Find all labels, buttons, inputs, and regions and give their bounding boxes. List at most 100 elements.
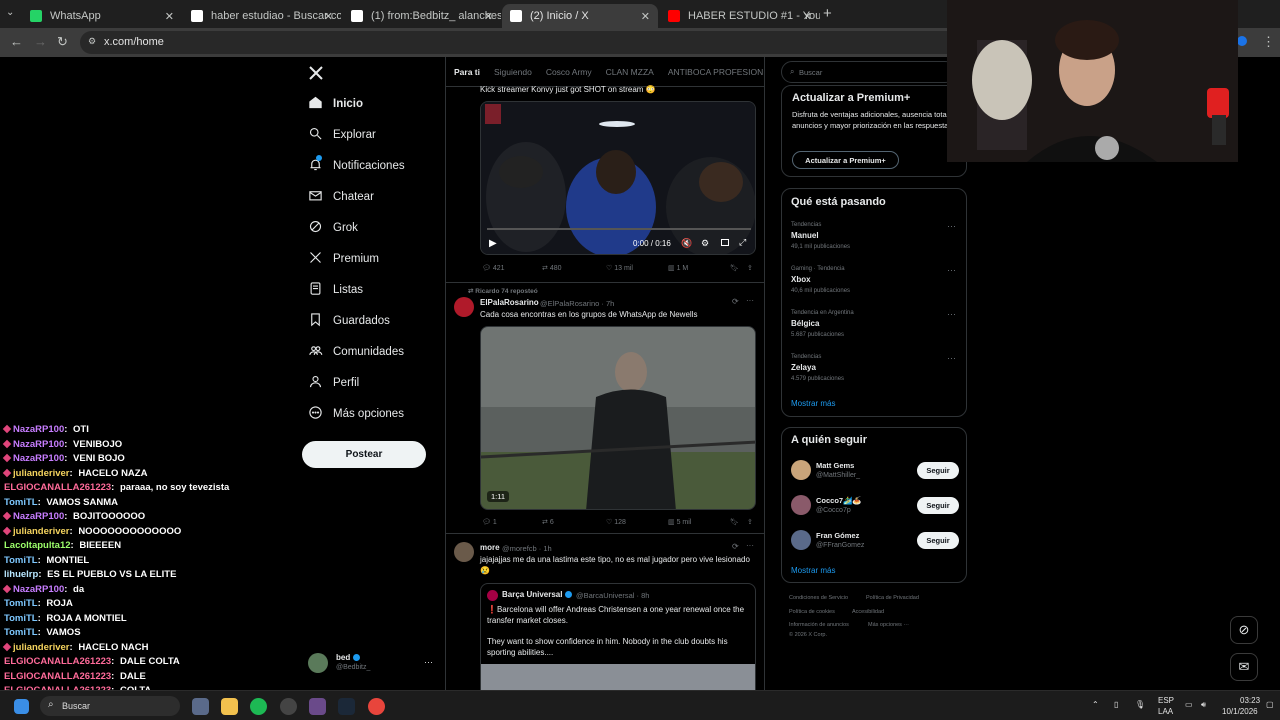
like-button[interactable]: ♡ 128: [606, 518, 626, 527]
task-view-icon[interactable]: [192, 698, 209, 715]
timeline-tab-0[interactable]: Para ti: [454, 67, 480, 77]
reply-button[interactable]: 💬︎ 421: [482, 264, 505, 273]
sidebar-item-perfil[interactable]: Perfil: [308, 369, 359, 397]
sidebar-item-listas[interactable]: Listas: [308, 276, 363, 304]
volume-icon[interactable]: 🔊︎: [1201, 700, 1206, 710]
more-icon[interactable]: ···: [947, 353, 956, 363]
video-player[interactable]: ▶ 0:00 / 0:16 🔇 ⚙ ⤢: [480, 101, 756, 255]
mic-icon[interactable]: 🎙︎: [1135, 700, 1145, 709]
bookmark-icon[interactable]: 🔖︎: [730, 264, 739, 272]
footer-cookies[interactable]: Política de cookies: [789, 609, 835, 615]
avatar[interactable]: [454, 542, 474, 562]
sidebar-item-grok[interactable]: Grok: [308, 214, 358, 242]
clock-date[interactable]: 10/1/2026: [1222, 707, 1258, 716]
menu-icon[interactable]: ⋮: [1262, 34, 1275, 50]
post-button[interactable]: Postear: [302, 441, 426, 468]
app-mm-icon[interactable]: [309, 698, 326, 715]
repost-button[interactable]: ⇄ 6: [542, 518, 554, 527]
post[interactable]: more @morefcb · 1h ⟳ ··· jajajajjas me d…: [446, 534, 764, 690]
views-button[interactable]: ▥ 5 mil: [668, 518, 691, 527]
network-icon[interactable]: ▭: [1185, 700, 1193, 709]
close-tab-icon[interactable]: ✕: [165, 10, 174, 23]
share-icon[interactable]: ⇪: [747, 264, 753, 272]
repost-button[interactable]: ⇄ 480: [542, 264, 562, 273]
site-info-icon[interactable]: ⚙: [88, 36, 96, 47]
video-player[interactable]: 1:11: [480, 326, 756, 510]
spotify-icon[interactable]: [250, 698, 267, 715]
profile-avatar[interactable]: [1237, 36, 1247, 46]
browser-tab[interactable]: HABER ESTUDIO #1 - YouTube✕: [660, 4, 820, 28]
x-logo-icon[interactable]: [308, 65, 324, 81]
post[interactable]: Kick streamer Konvy just got SHOT on str…: [446, 81, 764, 281]
follow-name[interactable]: Matt Gems: [816, 461, 854, 470]
clock-time[interactable]: 03:23: [1240, 696, 1260, 705]
steam-icon[interactable]: [338, 698, 355, 715]
usb-icon[interactable]: ▯: [1114, 700, 1118, 709]
sidebar-item-guardados[interactable]: Guardados: [308, 307, 390, 335]
footer-privacy[interactable]: Política de Privacidad: [866, 595, 919, 601]
sidebar-item-inicio[interactable]: Inicio: [308, 90, 363, 118]
sidebar-item-explorar[interactable]: Explorar: [308, 121, 376, 149]
language-code[interactable]: ESP: [1158, 696, 1174, 705]
avatar[interactable]: [791, 460, 811, 480]
file-explorer-icon[interactable]: [221, 698, 238, 715]
close-tab-icon[interactable]: ✕: [324, 10, 333, 23]
language-layout[interactable]: LAA: [1158, 707, 1173, 716]
follow-button[interactable]: Seguir: [917, 462, 959, 479]
browser-tab[interactable]: (1) from:Bedbitz_ alanchesa95✕: [343, 4, 501, 28]
follow-button[interactable]: Seguir: [917, 497, 959, 514]
quote-tweet[interactable]: Barça Universal @BarcaUniversal · 8h ❗Ba…: [480, 583, 756, 690]
taskbar-search-input[interactable]: Buscar: [62, 701, 90, 711]
trend-name[interactable]: Xbox: [791, 275, 811, 284]
video-progress[interactable]: [487, 228, 751, 230]
avatar[interactable]: [791, 495, 811, 515]
sidebar-item-comunidades[interactable]: Comunidades: [308, 338, 404, 366]
avatar[interactable]: [454, 297, 474, 317]
trend-name[interactable]: Manuel: [791, 231, 819, 240]
share-icon[interactable]: ⇪: [747, 518, 753, 526]
more-icon[interactable]: ···: [746, 296, 754, 305]
obs-icon[interactable]: [280, 698, 297, 715]
footer-more[interactable]: Más opciones ···: [868, 622, 909, 628]
browser-tab[interactable]: haber estudiao - Buscar con Go✕: [183, 4, 341, 28]
close-tab-icon[interactable]: ✕: [641, 10, 650, 23]
chrome-icon[interactable]: [368, 698, 385, 715]
close-tab-icon[interactable]: ✕: [484, 10, 493, 23]
sidebar-item-más-opciones[interactable]: Más opciones: [308, 400, 404, 428]
tray-chevron-icon[interactable]: ⌃: [1092, 700, 1099, 709]
bookmark-icon[interactable]: 🔖︎: [730, 518, 739, 526]
footer-accessibility[interactable]: Accesibilidad: [852, 609, 884, 615]
messages-float-button[interactable]: ✉: [1230, 653, 1258, 681]
trend-name[interactable]: Bélgica: [791, 319, 819, 328]
trend-name[interactable]: Zelaya: [791, 363, 816, 372]
notifications-icon[interactable]: ▢: [1266, 700, 1274, 709]
grok-icon[interactable]: ⟳: [732, 542, 739, 551]
pip-icon[interactable]: [721, 239, 729, 246]
more-icon[interactable]: ···: [947, 309, 956, 319]
mute-icon[interactable]: 🔇: [681, 238, 692, 249]
author-name[interactable]: more: [480, 543, 500, 552]
new-tab-button[interactable]: +: [823, 5, 832, 22]
sidebar-item-chatear[interactable]: Chatear: [308, 183, 374, 211]
search-box[interactable]: ⌕ Buscar: [781, 61, 956, 83]
reply-button[interactable]: 💬︎ 1: [482, 518, 497, 527]
browser-tab[interactable]: (2) Inicio / X ✕: [502, 4, 658, 28]
sidebar-item-notificaciones[interactable]: Notificaciones: [308, 152, 405, 180]
more-icon[interactable]: ···: [947, 221, 956, 231]
timeline-tab-2[interactable]: Cosco Army: [546, 67, 592, 77]
footer-ads[interactable]: Información de anuncios: [789, 622, 849, 628]
fullscreen-icon[interactable]: ⤢: [739, 237, 746, 248]
follow-name[interactable]: Cocco7🏄‍♂️🍝: [816, 496, 862, 505]
premium-button[interactable]: Actualizar a Premium+: [792, 151, 899, 169]
timeline-tab-4[interactable]: ANTIBOCA PROFESION: [668, 67, 763, 77]
close-tab-icon[interactable]: ✕: [803, 10, 812, 23]
more-icon[interactable]: ···: [947, 265, 956, 275]
back-icon[interactable]: ←: [10, 34, 23, 49]
avatar[interactable]: [791, 530, 811, 550]
settings-icon[interactable]: ⚙: [701, 238, 709, 249]
timeline-tab-3[interactable]: CLAN MZZA: [606, 67, 654, 77]
search-input[interactable]: Buscar: [799, 68, 822, 77]
windows-start-icon[interactable]: [14, 699, 29, 714]
follow-button[interactable]: Seguir: [917, 532, 959, 549]
like-button[interactable]: ♡ 13 mil: [606, 264, 633, 273]
